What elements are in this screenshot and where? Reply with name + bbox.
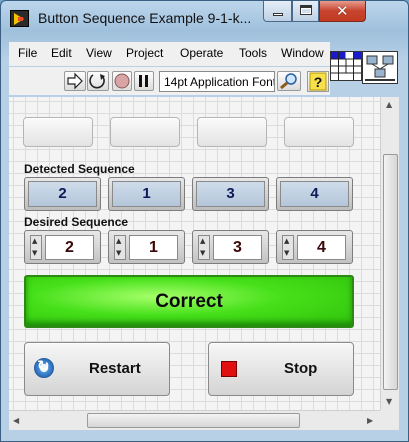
menu-bar: File Edit View Project Operate Tools Win… xyxy=(9,42,330,66)
close-button[interactable]: ✕ xyxy=(319,1,366,22)
stop-label: Stop xyxy=(284,360,318,377)
run-button[interactable] xyxy=(64,71,86,91)
desired-sequence-label: Desired Sequence xyxy=(24,215,129,229)
maximize-icon xyxy=(300,5,312,15)
restart-button[interactable]: Restart xyxy=(24,342,170,396)
decrement-arrow-icon[interactable]: ▼ xyxy=(116,249,121,257)
minimize-icon xyxy=(273,13,283,16)
detected-value-4: 4 xyxy=(280,181,349,207)
menu-view[interactable]: View xyxy=(86,46,112,60)
desired-control-2: ▲ ▼ 1 xyxy=(108,230,185,264)
labview-app-icon[interactable] xyxy=(10,10,29,27)
connector-pane[interactable] xyxy=(330,51,362,81)
desired-value-3[interactable]: 3 xyxy=(213,235,262,260)
result-led: Correct xyxy=(24,275,354,328)
toolbar: 14pt Application Font ? xyxy=(9,67,330,95)
decrement-arrow-icon[interactable]: ▼ xyxy=(284,249,289,257)
desired-control-1: ▲ ▼ 2 xyxy=(24,230,101,264)
pause-button[interactable] xyxy=(134,71,154,91)
result-text: Correct xyxy=(155,291,223,312)
scrollbar-corner xyxy=(380,410,399,430)
menu-edit[interactable]: Edit xyxy=(51,46,72,60)
sequence-button-2[interactable] xyxy=(110,117,180,147)
horizontal-scrollbar[interactable]: ◀ ▶ xyxy=(9,410,380,430)
sequence-button-1[interactable] xyxy=(23,117,93,147)
scroll-down-icon[interactable]: ▼ xyxy=(386,397,392,406)
scroll-up-icon[interactable]: ▲ xyxy=(386,100,392,109)
numeric-spinner[interactable]: ▲ ▼ xyxy=(114,235,126,260)
detected-value-1: 2 xyxy=(28,181,97,207)
restart-label: Restart xyxy=(89,360,141,377)
desired-control-4: ▲ ▼ 4 xyxy=(276,230,353,264)
increment-arrow-icon[interactable]: ▲ xyxy=(200,237,205,245)
desired-value-2[interactable]: 1 xyxy=(129,235,178,260)
increment-arrow-icon[interactable]: ▲ xyxy=(284,237,289,245)
run-continuously-icon xyxy=(89,74,105,89)
vi-icon[interactable] xyxy=(362,51,398,84)
search-button[interactable] xyxy=(277,71,301,91)
sequence-button-3[interactable] xyxy=(197,117,267,147)
menu-operate[interactable]: Operate xyxy=(180,46,223,60)
detected-value-3: 3 xyxy=(196,181,265,207)
menu-project[interactable]: Project xyxy=(126,46,163,60)
numeric-spinner[interactable]: ▲ ▼ xyxy=(198,235,210,260)
stop-icon xyxy=(221,361,237,377)
run-arrow-icon xyxy=(67,72,83,90)
window-title: Button Sequence Example 9-1-k... xyxy=(38,10,252,26)
menu-tools[interactable]: Tools xyxy=(239,46,267,60)
labview-front-panel-window: Button Sequence Example 9-1-k... ✕ File … xyxy=(0,0,409,442)
numeric-spinner[interactable]: ▲ ▼ xyxy=(30,235,42,260)
scroll-right-icon[interactable]: ▶ xyxy=(367,416,373,425)
stop-button[interactable]: Stop xyxy=(208,342,354,396)
scroll-left-icon[interactable]: ◀ xyxy=(13,416,19,425)
text-settings-select[interactable]: 14pt Application Font xyxy=(159,71,275,92)
detected-value-2: 1 xyxy=(112,181,181,207)
detected-sequence-label: Detected Sequence xyxy=(24,162,135,176)
desired-value-4[interactable]: 4 xyxy=(297,235,346,260)
pause-icon xyxy=(139,75,148,87)
menu-window[interactable]: Window xyxy=(281,46,324,60)
vertical-scroll-thumb[interactable] xyxy=(383,154,398,390)
vi-network-icon xyxy=(363,52,397,83)
detected-indicator-4: 4 xyxy=(276,177,353,211)
restart-icon xyxy=(34,357,54,378)
search-icon xyxy=(280,73,297,90)
minimize-button[interactable] xyxy=(263,1,292,22)
svg-text:?: ? xyxy=(314,74,323,90)
increment-arrow-icon[interactable]: ▲ xyxy=(32,237,37,245)
detected-indicator-3: 3 xyxy=(192,177,269,211)
sequence-button-4[interactable] xyxy=(284,117,354,147)
desired-value-1[interactable]: 2 xyxy=(45,235,94,260)
front-panel: Detected Sequence 2 1 3 4 Desired Sequen… xyxy=(9,97,380,410)
horizontal-scroll-thumb[interactable] xyxy=(87,413,300,428)
title-bar[interactable]: Button Sequence Example 9-1-k... ✕ xyxy=(1,1,408,35)
menu-file[interactable]: File xyxy=(18,46,37,60)
help-icon: ? xyxy=(309,72,327,91)
decrement-arrow-icon[interactable]: ▼ xyxy=(200,249,205,257)
increment-arrow-icon[interactable]: ▲ xyxy=(116,237,121,245)
abort-icon xyxy=(114,73,130,89)
numeric-spinner[interactable]: ▲ ▼ xyxy=(282,235,294,260)
decrement-arrow-icon[interactable]: ▼ xyxy=(32,249,37,257)
close-icon: ✕ xyxy=(336,2,349,20)
help-button[interactable]: ? xyxy=(307,71,329,92)
abort-button[interactable] xyxy=(112,71,132,91)
detected-indicator-2: 1 xyxy=(108,177,185,211)
desired-control-3: ▲ ▼ 3 xyxy=(192,230,269,264)
maximize-button[interactable] xyxy=(292,1,319,22)
vertical-scrollbar[interactable]: ▲ ▼ xyxy=(380,97,399,410)
connector-pane-icon xyxy=(331,52,361,80)
detected-indicator-1: 2 xyxy=(24,177,101,211)
run-continuously-button[interactable] xyxy=(87,71,109,91)
